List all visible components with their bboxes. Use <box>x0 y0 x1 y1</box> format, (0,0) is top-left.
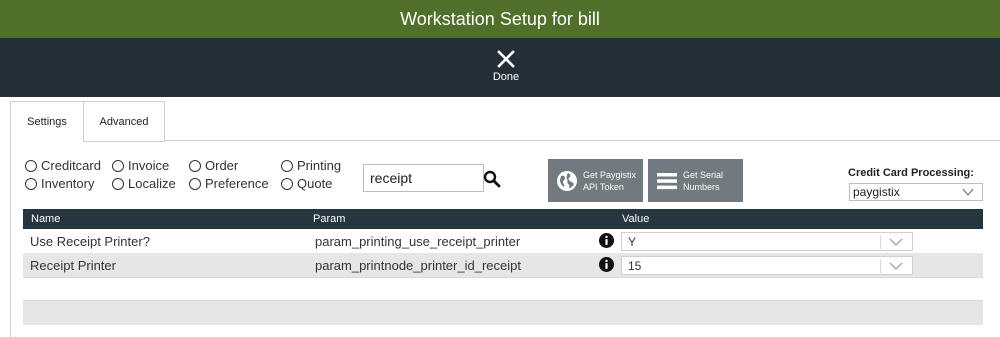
column-header-param: Param <box>313 213 346 225</box>
filter-localize-radio[interactable]: Localize <box>112 176 176 191</box>
row-value-select[interactable]: 15 <box>621 256 913 275</box>
filter-label: Order <box>205 158 239 173</box>
settings-table: Name Param Value Use Receipt Printer? pa… <box>23 209 983 325</box>
radio-circle <box>112 159 124 172</box>
filter-quote-radio[interactable]: Quote <box>281 176 332 191</box>
chevron-down-icon <box>889 262 903 270</box>
filter-order-radio[interactable]: Order <box>189 158 238 173</box>
filter-label: Preference <box>205 176 269 191</box>
filter-label: Invoice <box>128 158 170 173</box>
get-serial-numbers-button[interactable]: Get Serial Numbers <box>648 159 743 202</box>
filter-printing-radio[interactable]: Printing <box>281 158 341 173</box>
serial-label-line2: Numbers <box>683 181 720 192</box>
radio-circle <box>189 177 201 190</box>
chevron-down-icon <box>889 238 903 246</box>
info-icon[interactable] <box>599 257 614 272</box>
credit-card-processing-select[interactable]: paygistix <box>849 183 983 201</box>
row-value: Y <box>628 234 637 249</box>
done-button[interactable]: Done <box>482 50 530 88</box>
table-row: Receipt Printer param_printnode_printer_… <box>23 253 983 277</box>
toolbar: Done <box>0 38 1000 97</box>
chevron-down-icon <box>962 188 974 196</box>
radio-circle <box>25 159 37 172</box>
filter-inventory-radio[interactable]: Inventory <box>25 176 94 191</box>
globe-icon <box>557 170 577 191</box>
close-icon <box>497 50 515 68</box>
column-header-value: Value <box>622 213 650 225</box>
filter-label: Printing <box>297 158 342 173</box>
row-value-select[interactable]: Y <box>621 232 913 251</box>
radio-circle <box>281 159 293 172</box>
tab-settings[interactable]: Settings <box>10 101 84 142</box>
radio-circle <box>189 159 201 172</box>
tab-advanced[interactable]: Advanced <box>83 101 165 142</box>
window-title: Workstation Setup for bill <box>0 0 1000 38</box>
list-icon <box>657 172 677 189</box>
get-paygistix-token-button[interactable]: Get Paygistix API Token <box>548 159 643 202</box>
search-icon[interactable] <box>483 170 501 188</box>
paygistix-label-line1: Get Paygistix <box>583 169 637 180</box>
radio-circle <box>112 177 124 190</box>
select-divider <box>880 259 881 273</box>
table-row-empty <box>23 301 983 325</box>
table-header: Name Param Value <box>23 209 983 229</box>
filter-creditcard-radio[interactable]: Creditcard <box>25 158 101 173</box>
row-name: Use Receipt Printer? <box>30 234 150 249</box>
filter-invoice-radio[interactable]: Invoice <box>112 158 169 173</box>
done-label: Done <box>492 71 520 83</box>
search-input[interactable] <box>363 164 484 192</box>
filter-preference-radio[interactable]: Preference <box>189 176 269 191</box>
filter-label: Localize <box>128 176 176 191</box>
filter-label: Inventory <box>41 176 95 191</box>
row-param: param_printnode_printer_id_receipt <box>315 258 521 273</box>
paygistix-label-line2: API Token <box>583 181 624 192</box>
row-param: param_printing_use_receipt_printer <box>315 234 521 249</box>
radio-circle <box>281 177 293 190</box>
table-row: Use Receipt Printer? param_printing_use_… <box>23 229 983 253</box>
filter-label: Creditcard <box>41 158 101 173</box>
info-icon[interactable] <box>599 233 614 248</box>
column-header-name: Name <box>31 213 61 225</box>
serial-label-line1: Get Serial <box>683 169 724 180</box>
radio-circle <box>25 177 37 190</box>
filter-label: Quote <box>297 176 333 191</box>
select-divider <box>880 235 881 249</box>
row-value: 15 <box>628 258 642 273</box>
table-row-empty <box>23 277 983 301</box>
tab-bar: Settings Advanced <box>10 101 1000 142</box>
row-name: Receipt Printer <box>30 258 116 273</box>
credit-card-processing-label: Credit Card Processing: <box>848 167 974 179</box>
credit-card-selected-value: paygistix <box>853 185 900 199</box>
